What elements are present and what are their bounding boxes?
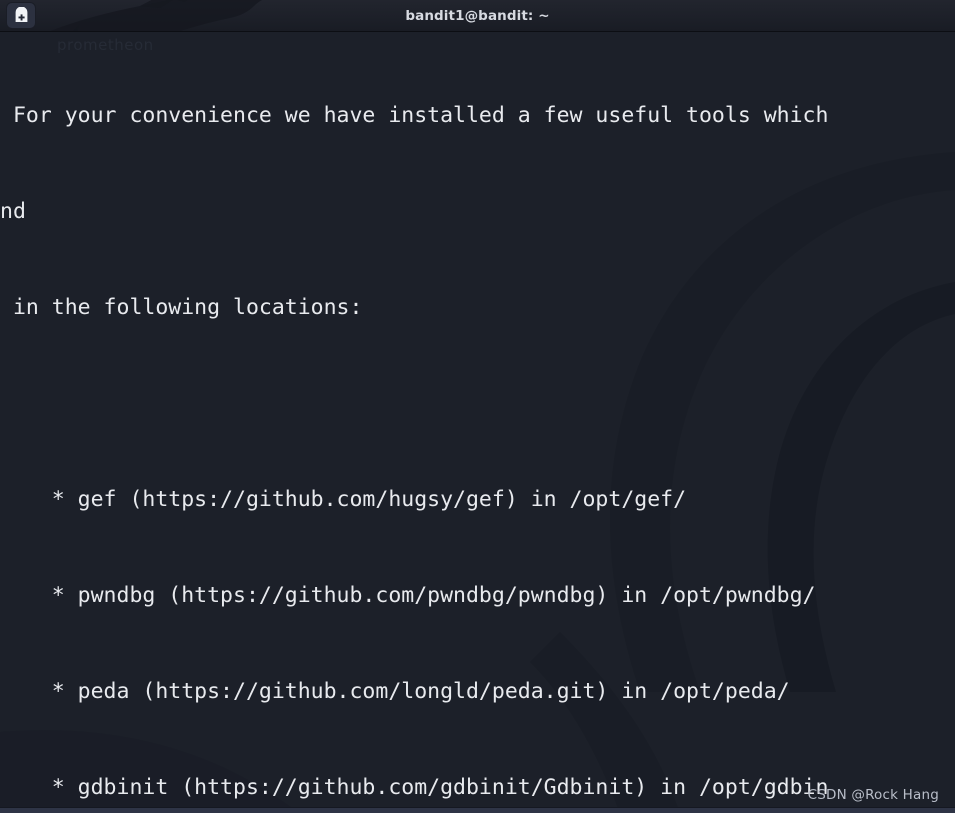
terminal-icon[interactable] — [7, 3, 35, 28]
window-titlebar[interactable]: bandit1@bandit: ~ — [0, 0, 955, 32]
kali-dragon-decoration — [50, 0, 263, 31]
terminal-line: in the following locations: — [0, 295, 363, 320]
terminal-line: * pwndbg (https://github.com/pwndbg/pwnd… — [0, 583, 816, 608]
terminal-line: nd — [0, 199, 26, 224]
terminal-line: * peda (https://github.com/longld/peda.g… — [0, 679, 790, 704]
terminal-screen[interactable]: prometheon For your convenience we have … — [0, 32, 955, 813]
window-title: bandit1@bandit: ~ — [405, 7, 550, 24]
window-bottom-strip — [0, 807, 955, 813]
terminal-icon-glyph — [15, 7, 27, 22]
terminal-line: For your convenience we have installed a… — [0, 103, 829, 128]
terminal-window: bandit1@bandit: ~ prometheon For your co… — [0, 0, 955, 813]
terminal-output: For your convenience we have installed a… — [0, 32, 955, 813]
terminal-line: * gef (https://github.com/hugsy/gef) in … — [0, 487, 687, 512]
csdn-watermark: CSDN @Rock Hang — [807, 787, 939, 803]
